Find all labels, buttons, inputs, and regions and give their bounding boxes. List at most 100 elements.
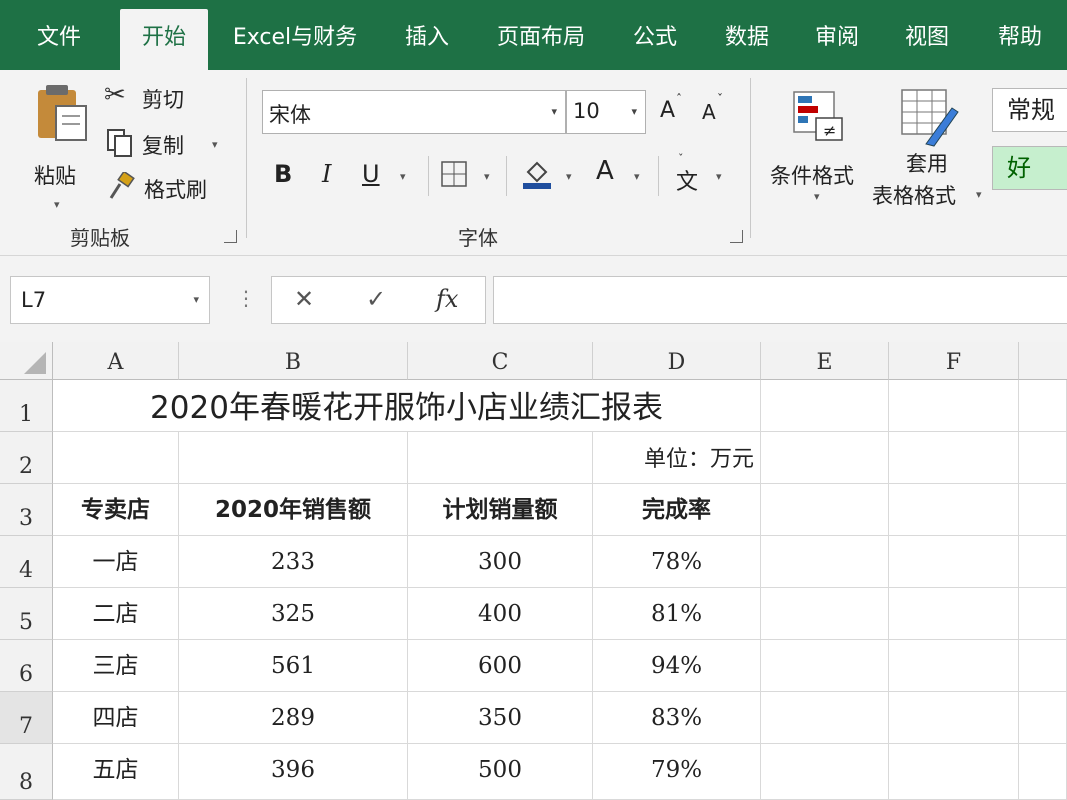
font-color-dropdown-icon[interactable]: ▾: [634, 170, 640, 183]
tab-formulas[interactable]: 公式: [620, 20, 690, 56]
grid-cell[interactable]: [761, 744, 889, 800]
table-cell[interactable]: 350: [408, 692, 593, 744]
table-cell[interactable]: 325: [179, 588, 408, 640]
enter-icon[interactable]: ✓: [366, 285, 386, 313]
decrease-font-size-button[interactable]: A ˇ: [702, 92, 728, 130]
grid-cell[interactable]: [408, 432, 593, 484]
grid-cell[interactable]: [761, 692, 889, 744]
fill-color-dropdown-icon[interactable]: ▾: [566, 170, 572, 183]
table-cell[interactable]: 400: [408, 588, 593, 640]
tab-review[interactable]: 审阅: [802, 20, 872, 56]
table-cell[interactable]: 561: [179, 640, 408, 692]
row-header[interactable]: 3: [0, 484, 53, 536]
grid-cell[interactable]: [889, 536, 1019, 588]
row-header[interactable]: 5: [0, 588, 53, 640]
grid-cell[interactable]: [889, 692, 1019, 744]
column-header[interactable]: A: [53, 342, 179, 380]
paste-button[interactable]: 粘贴 ▾: [28, 82, 94, 214]
grid-cell[interactable]: [1019, 484, 1067, 536]
table-header-cell[interactable]: 2020年销售额: [179, 484, 408, 536]
grid-cell[interactable]: [1019, 432, 1067, 484]
grid-cell[interactable]: [761, 640, 889, 692]
tab-page-layout[interactable]: 页面布局: [486, 20, 596, 56]
grid-cell[interactable]: [179, 432, 408, 484]
style-normal[interactable]: 常规: [992, 88, 1067, 132]
grid-cell[interactable]: [889, 744, 1019, 800]
clipboard-launcher-icon[interactable]: [224, 230, 237, 243]
report-title-cell[interactable]: 2020年春暖花开服饰小店业绩汇报表: [53, 380, 761, 432]
table-cell[interactable]: 79%: [593, 744, 761, 800]
tab-excel-finance[interactable]: Excel与财务: [224, 20, 366, 56]
grid-cell[interactable]: [889, 484, 1019, 536]
underline-button[interactable]: U: [362, 160, 380, 188]
tab-view[interactable]: 视图: [892, 20, 962, 56]
row-header[interactable]: 2: [0, 432, 53, 484]
conditional-formatting-dropdown-icon[interactable]: ▾: [814, 190, 820, 203]
column-header[interactable]: F: [889, 342, 1019, 380]
copy-dropdown-icon[interactable]: ▾: [212, 138, 218, 151]
grid-cell[interactable]: [1019, 588, 1067, 640]
fill-color-icon[interactable]: [520, 156, 554, 190]
row-header[interactable]: 1: [0, 380, 53, 432]
style-good[interactable]: 好: [992, 146, 1067, 190]
grid-cell[interactable]: [889, 380, 1019, 432]
grid-cell[interactable]: [1019, 536, 1067, 588]
grid-cell[interactable]: [889, 640, 1019, 692]
tab-help[interactable]: 帮助: [982, 20, 1058, 56]
grid-cell[interactable]: [761, 484, 889, 536]
format-as-table-dropdown-icon[interactable]: ▾: [976, 188, 982, 201]
format-painter-button[interactable]: 格式刷: [104, 172, 224, 206]
phonetic-guide-button[interactable]: ˇ 文: [674, 152, 704, 195]
increase-font-size-button[interactable]: A ˆ: [660, 92, 686, 130]
font-name-select[interactable]: 宋体 ▾: [262, 90, 566, 134]
grid-cell[interactable]: [761, 380, 889, 432]
table-cell[interactable]: 233: [179, 536, 408, 588]
grid-cell[interactable]: [1019, 744, 1067, 800]
column-header[interactable]: D: [593, 342, 761, 380]
table-cell[interactable]: 五店: [53, 744, 179, 800]
grid-cell[interactable]: [1019, 380, 1067, 432]
name-box[interactable]: L7 ▾: [10, 276, 210, 324]
table-header-cell[interactable]: 计划销量额: [408, 484, 593, 536]
grid-cell[interactable]: [1019, 692, 1067, 744]
table-cell[interactable]: 396: [179, 744, 408, 800]
conditional-formatting-button[interactable]: ≠ 条件格式 ▾: [766, 84, 870, 204]
select-all-corner[interactable]: [0, 342, 53, 380]
table-cell[interactable]: 83%: [593, 692, 761, 744]
column-header[interactable]: E: [761, 342, 889, 380]
format-as-table-button[interactable]: 套用 表格格式 ▾: [872, 84, 984, 208]
table-cell[interactable]: 600: [408, 640, 593, 692]
table-cell[interactable]: 四店: [53, 692, 179, 744]
font-launcher-icon[interactable]: [730, 230, 743, 243]
cut-button[interactable]: ✂ 剪切: [104, 80, 214, 116]
column-header[interactable]: B: [179, 342, 408, 380]
table-cell[interactable]: 二店: [53, 588, 179, 640]
tab-home[interactable]: 开始: [120, 9, 208, 70]
paste-dropdown-icon[interactable]: ▾: [54, 198, 60, 211]
row-header[interactable]: 4: [0, 536, 53, 588]
tab-data[interactable]: 数据: [712, 20, 782, 56]
grid-cell[interactable]: [761, 536, 889, 588]
bold-button[interactable]: B: [274, 160, 292, 188]
table-cell[interactable]: 三店: [53, 640, 179, 692]
table-cell[interactable]: 500: [408, 744, 593, 800]
column-header[interactable]: [1019, 342, 1067, 380]
row-header[interactable]: 8: [0, 744, 53, 800]
grid-cell[interactable]: [761, 588, 889, 640]
column-header[interactable]: C: [408, 342, 593, 380]
font-size-select[interactable]: 10 ▾: [566, 90, 646, 134]
grid-cell[interactable]: [53, 432, 179, 484]
grid-cell[interactable]: [761, 432, 889, 484]
phonetic-dropdown-icon[interactable]: ▾: [716, 170, 722, 183]
tab-insert[interactable]: 插入: [392, 20, 462, 56]
insert-function-icon[interactable]: fx: [436, 285, 458, 313]
grid-cell[interactable]: [1019, 640, 1067, 692]
table-cell[interactable]: 94%: [593, 640, 761, 692]
underline-dropdown-icon[interactable]: ▾: [400, 170, 406, 183]
tab-file[interactable]: 文件: [24, 20, 94, 56]
table-cell[interactable]: 一店: [53, 536, 179, 588]
row-header-selected[interactable]: 7: [0, 692, 53, 744]
table-cell[interactable]: 300: [408, 536, 593, 588]
table-cell[interactable]: 81%: [593, 588, 761, 640]
table-cell[interactable]: 78%: [593, 536, 761, 588]
